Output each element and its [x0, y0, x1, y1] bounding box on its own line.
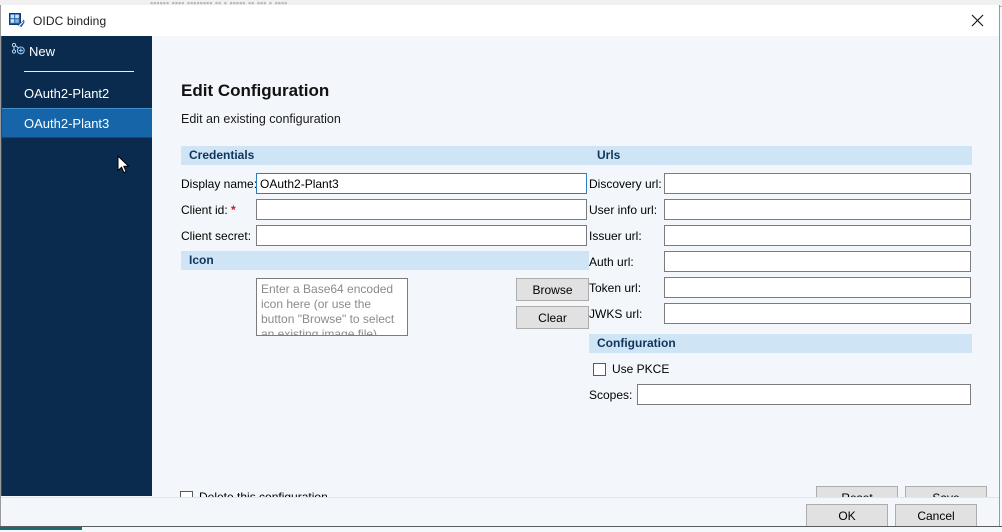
use-pkce-checkbox-row[interactable]: Use PKCE [593, 362, 669, 376]
dialog-content: New OAuth2-Plant2 OAuth2-Plant3 Edit Con… [1, 36, 999, 530]
row-scopes: Scopes: [589, 384, 971, 405]
page-subtitle: Edit an existing configuration [181, 112, 341, 126]
taskbar-accent [0, 527, 82, 530]
group-header-credentials: Credentials [181, 146, 589, 165]
row-issuer-url: Issuer url: [589, 225, 971, 246]
sidebar-item-label: OAuth2-Plant2 [24, 86, 109, 101]
issuer-url-input[interactable] [664, 225, 971, 246]
browse-button[interactable]: Browse [516, 278, 589, 301]
oidc-app-icon [9, 13, 25, 29]
oidc-binding-dialog: OIDC binding [0, 5, 1000, 531]
client-id-label: Client id: * [181, 203, 253, 217]
sidebar-item-new[interactable]: New [2, 36, 152, 66]
display-name-input[interactable] [256, 173, 587, 194]
client-id-input[interactable] [256, 199, 587, 220]
sidebar-item-oauth2-plant2[interactable]: OAuth2-Plant2 [2, 78, 152, 108]
cancel-button[interactable]: Cancel [895, 504, 977, 527]
use-pkce-label: Use PKCE [612, 362, 669, 376]
row-user-info-url: User info url: [589, 199, 971, 220]
token-url-label: Token url: [589, 281, 664, 295]
discovery-url-label: Discovery url: [589, 177, 664, 191]
display-name-label: Display name: [181, 177, 253, 191]
group-header-configuration: Configuration [589, 334, 972, 353]
row-token-url: Token url: [589, 277, 971, 298]
row-discovery-url: Discovery url: [589, 173, 971, 194]
close-icon[interactable] [955, 5, 999, 36]
scopes-input[interactable] [637, 384, 971, 405]
scopes-label: Scopes: [589, 388, 637, 402]
main-panel: Edit Configuration Edit an existing conf… [152, 36, 999, 530]
token-url-input[interactable] [664, 277, 971, 298]
discovery-url-input[interactable] [664, 173, 971, 194]
group-header-icon: Icon [181, 251, 589, 270]
add-node-icon [11, 42, 26, 60]
auth-url-input[interactable] [664, 251, 971, 272]
issuer-url-label: Issuer url: [589, 229, 664, 243]
ok-button[interactable]: OK [806, 504, 888, 527]
row-auth-url: Auth url: [589, 251, 971, 272]
client-secret-label: Client secret: [181, 229, 253, 243]
sidebar-new-label: New [29, 44, 55, 59]
titlebar: OIDC binding [1, 5, 999, 36]
clear-button[interactable]: Clear [516, 306, 589, 329]
row-client-secret: Client secret: [181, 225, 587, 246]
jwks-url-label: JWKS url: [589, 307, 664, 321]
sidebar-item-label: OAuth2-Plant3 [24, 116, 109, 131]
jwks-url-input[interactable] [664, 303, 971, 324]
auth-url-label: Auth url: [589, 255, 664, 269]
group-header-urls: Urls [589, 146, 972, 165]
window-title: OIDC binding [33, 14, 106, 28]
row-jwks-url: JWKS url: [589, 303, 971, 324]
icon-base64-textarea[interactable] [256, 278, 408, 336]
user-info-url-label: User info url: [589, 203, 664, 217]
sidebar: New OAuth2-Plant2 OAuth2-Plant3 [1, 36, 152, 496]
sidebar-divider [24, 71, 134, 72]
row-display-name: Display name: [181, 173, 587, 194]
client-id-label-text: Client id: [181, 203, 228, 217]
page-title: Edit Configuration [181, 81, 329, 101]
required-marker: * [231, 203, 236, 217]
use-pkce-checkbox[interactable] [593, 363, 606, 376]
user-info-url-input[interactable] [664, 199, 971, 220]
row-client-id: Client id: * [181, 199, 587, 220]
client-secret-input[interactable] [256, 225, 587, 246]
sidebar-item-oauth2-plant3[interactable]: OAuth2-Plant3 [2, 108, 152, 138]
taskbar-sliver [0, 526, 1002, 532]
